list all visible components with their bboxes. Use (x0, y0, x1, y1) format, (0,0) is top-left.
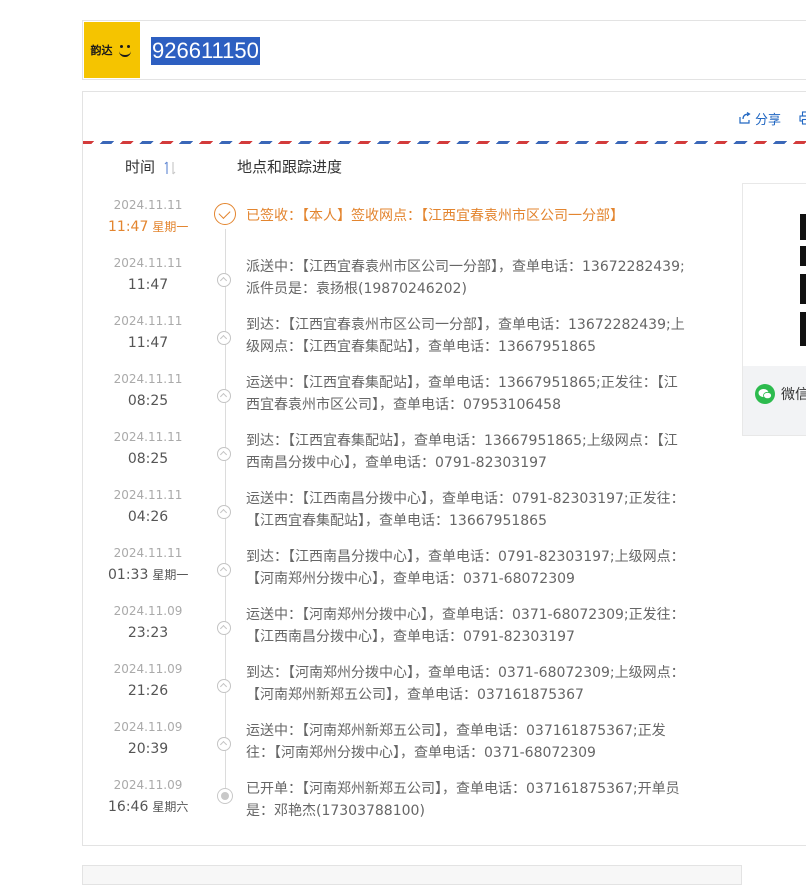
tracking-event-signed: 2024.11.11 11:47 星期一 已签收：【本人】签收网点：【江西宜春袁州… (0, 198, 806, 256)
time-header-label: 时间 (125, 158, 155, 176)
event-date: 2024.11.11 (88, 372, 208, 387)
event-description: 运送中：【河南郑州新郑五公司】，查单电话：037161875367;正发往：【河… (246, 720, 686, 764)
event-date: 2024.11.11 (88, 198, 208, 213)
event-description: 运送中：【河南郑州分拨中心】，查单电话：0371-68072309;正发往：【江… (246, 604, 686, 648)
tracking-event: 2024.11.09 21:26 到达：【河南郑州分拨中心】，查单电话：0371… (0, 662, 806, 720)
check-circle-icon (214, 203, 236, 225)
event-time: 11:47 (108, 275, 188, 295)
action-bar: 分享 (739, 109, 806, 127)
bottom-panel (82, 865, 742, 885)
tracking-number[interactable]: 926611150 (151, 37, 260, 65)
event-date: 2024.11.09 (88, 720, 208, 735)
print-icon[interactable] (799, 111, 806, 125)
event-description: 到达：【江西宜春袁州市区公司一分部】，查单电话：13672282439;上级网点… (246, 314, 686, 358)
event-description: 运送中：【江西宜春集配站】，查单电话：13667951865;正发往：【江西宜春… (246, 372, 686, 416)
sort-icon[interactable] (163, 160, 177, 176)
event-time: 08:25 (108, 391, 188, 411)
event-time: 23:23 (108, 623, 188, 643)
event-description: 派送中：【江西宜春袁州市区公司一分部】，查单电话：13672282439;派件员… (246, 256, 686, 300)
event-description: 已开单：【河南郑州新郑五公司】，查单电话：037161875367;开单员是：邓… (246, 778, 686, 822)
tracking-event: 2024.11.09 20:39 运送中：【河南郑州新郑五公司】，查单电话：03… (0, 720, 806, 778)
origin-dot-icon (217, 788, 233, 804)
wechat-entry[interactable]: 微信 (755, 384, 806, 404)
location-column-header: 地点和跟踪进度 (237, 156, 342, 177)
chevron-up-icon (217, 505, 231, 519)
qr-code-icon (743, 184, 806, 366)
event-date: 2024.11.11 (88, 430, 208, 445)
yunda-logo: 韵达 (84, 22, 140, 78)
tracking-event: 2024.11.11 04:26 运送中：【江西南昌分拨中心】，查单电话：079… (0, 488, 806, 546)
chevron-up-icon (217, 389, 231, 403)
event-weekday: 星期六 (152, 800, 188, 814)
event-time: 08:25 (108, 449, 188, 469)
event-time: 11:47 (108, 333, 188, 353)
chevron-up-icon (217, 331, 231, 345)
tracking-event: 2024.11.09 23:23 运送中：【河南郑州分拨中心】，查单电话：037… (0, 604, 806, 662)
chevron-up-icon (217, 273, 231, 287)
event-time: 04:26 (108, 507, 188, 527)
share-label: 分享 (755, 109, 781, 128)
tracking-event: 2024.11.11 11:47 派送中：【江西宜春袁州市区公司一分部】，查单电… (0, 256, 806, 314)
share-button[interactable]: 分享 (739, 109, 781, 128)
event-description: 到达：【江西宜春集配站】，查单电话：13667951865;上级网点：【江西南昌… (246, 430, 686, 474)
event-description: 到达：【河南郑州分拨中心】，查单电话：0371-68072309;上级网点：【河… (246, 662, 686, 706)
event-time: 21:26 (108, 681, 188, 701)
event-date: 2024.11.11 (88, 546, 208, 561)
event-time: 01:33 星期一 (108, 565, 188, 585)
chevron-up-icon (217, 679, 231, 693)
event-time: 20:39 (108, 739, 188, 759)
tracking-event-origin: 2024.11.09 16:46 星期六 已开单：【河南郑州新郑五公司】，查单电话… (0, 778, 806, 836)
event-weekday: 星期一 (152, 568, 188, 582)
event-time-value: 01:33 (108, 567, 148, 583)
wechat-label: 微信 (781, 384, 806, 404)
tracking-header: 韵达 926611150 (82, 20, 806, 80)
event-time-value: 11:47 (108, 219, 148, 235)
event-date: 2024.11.11 (88, 256, 208, 271)
event-weekday: 星期一 (152, 220, 188, 234)
event-date: 2024.11.11 (88, 488, 208, 503)
wechat-icon (755, 384, 775, 404)
tracking-event: 2024.11.11 11:47 到达：【江西宜春袁州市区公司一分部】，查单电话… (0, 314, 806, 372)
airmail-divider (83, 141, 806, 144)
event-date: 2024.11.09 (88, 778, 208, 793)
tracking-event: 2024.11.11 01:33 星期一 到达：【江西南昌分拨中心】，查单电话：0… (0, 546, 806, 604)
share-icon (739, 112, 751, 124)
chevron-up-icon (217, 621, 231, 635)
event-date: 2024.11.11 (88, 314, 208, 329)
wechat-qr-panel: 微信 (742, 183, 806, 436)
event-description: 已签收：【本人】签收网点：【江西宜春袁州市区公司一分部】 (246, 205, 686, 227)
event-date: 2024.11.09 (88, 604, 208, 619)
event-description: 到达：【江西南昌分拨中心】，查单电话：0791-82303197;上级网点：【河… (246, 546, 686, 590)
event-date: 2024.11.09 (88, 662, 208, 677)
chevron-up-icon (217, 447, 231, 461)
event-time: 16:46 星期六 (108, 797, 188, 817)
logo-text: 韵达 (91, 42, 113, 58)
time-column-header[interactable]: 时间 (125, 156, 177, 177)
smile-logo-icon (116, 41, 134, 59)
event-description: 运送中：【江西南昌分拨中心】，查单电话：0791-82303197;正发往：【江… (246, 488, 686, 532)
chevron-up-icon (217, 563, 231, 577)
event-time-value: 16:46 (108, 799, 148, 815)
event-time: 11:47 星期一 (108, 217, 188, 237)
tracking-event: 2024.11.11 08:25 运送中：【江西宜春集配站】，查单电话：1366… (0, 372, 806, 430)
tracking-event: 2024.11.11 08:25 到达：【江西宜春集配站】，查单电话：13667… (0, 430, 806, 488)
chevron-up-icon (217, 737, 231, 751)
